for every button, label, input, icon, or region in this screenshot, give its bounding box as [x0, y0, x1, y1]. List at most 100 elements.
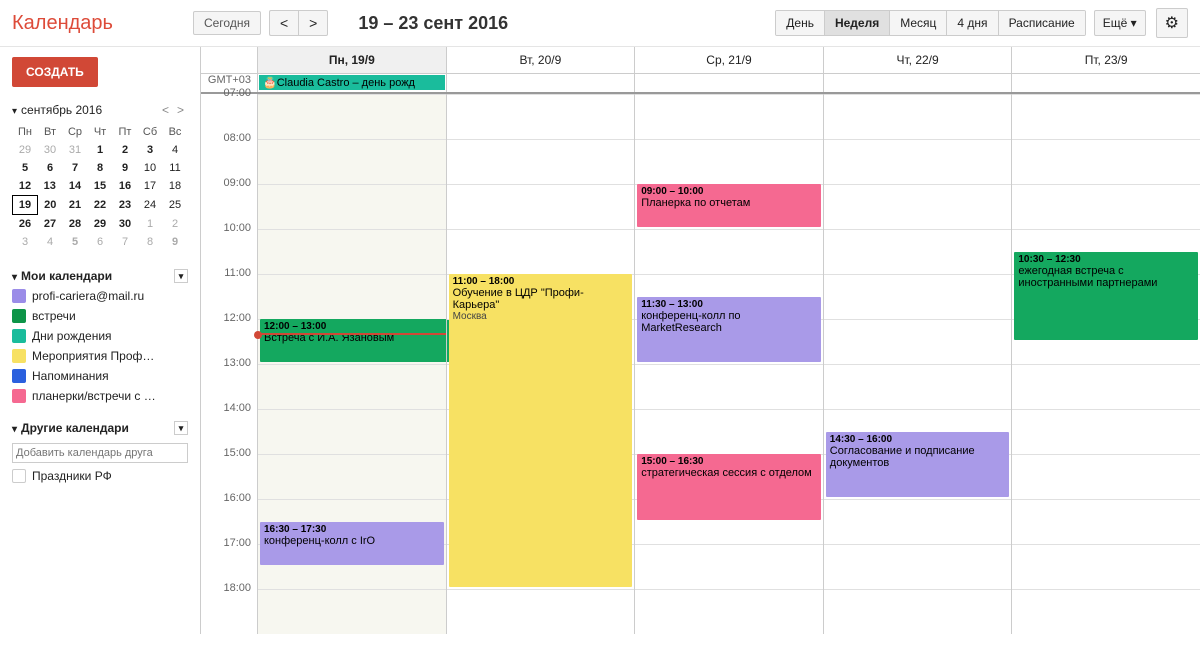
mini-cal-day[interactable]: 6 [38, 159, 63, 177]
day-header[interactable]: Ср, 21/9 [634, 47, 823, 73]
day-header[interactable]: Чт, 22/9 [823, 47, 1012, 73]
mini-cal-day[interactable]: 15 [88, 177, 113, 196]
calendar-label: планерки/встречи с … [32, 389, 156, 403]
mini-cal-day[interactable]: 5 [63, 233, 88, 251]
mini-cal-day[interactable]: 22 [88, 196, 113, 215]
mini-cal-day[interactable]: 5 [13, 159, 38, 177]
calendar-event[interactable]: 15:00 – 16:30стратегическая сессия с отд… [637, 454, 821, 520]
mini-cal-day[interactable]: 6 [88, 233, 113, 251]
mini-cal-day[interactable]: 18 [163, 177, 188, 196]
calendar-item[interactable]: profi-cariera@mail.ru [12, 289, 188, 303]
day-column[interactable]: 09:00 – 10:00Планерка по отчетам 11:30 – … [634, 94, 823, 634]
mini-cal-day[interactable]: 4 [163, 141, 188, 159]
day-column[interactable]: 12:00 – 13:00Встреча с И.А. Язановым16:3… [257, 94, 446, 634]
allday-cell[interactable] [823, 74, 1012, 92]
calendar-event[interactable]: 11:00 – 18:00Обучение в ЦДР "Профи-Карье… [449, 274, 633, 587]
day-column[interactable]: 14:30 – 16:00Согласование и подписание д… [823, 94, 1012, 634]
more-button[interactable]: Ещё ▾ [1094, 10, 1146, 36]
mini-cal-day[interactable]: 9 [113, 159, 138, 177]
calendar-event[interactable]: 10:30 – 12:30ежегодная встреча с иностра… [1014, 252, 1198, 340]
mini-cal-day[interactable]: 1 [138, 215, 163, 234]
mini-cal-next-button[interactable]: > [173, 103, 188, 117]
allday-cell[interactable] [446, 74, 635, 92]
view-tab-1[interactable]: Неделя [825, 11, 890, 35]
calendar-event[interactable]: 16:30 – 17:30конференц-колл с IrO [260, 522, 444, 565]
allday-cell[interactable] [634, 74, 823, 92]
mini-cal-day[interactable]: 7 [113, 233, 138, 251]
prev-period-button[interactable]: < [269, 10, 298, 36]
day-header[interactable]: Вт, 20/9 [446, 47, 635, 73]
calendar-color-swatch [12, 469, 26, 483]
mini-cal-day[interactable]: 29 [13, 141, 38, 159]
mini-cal-day[interactable]: 21 [63, 196, 88, 215]
mini-cal-day[interactable]: 23 [113, 196, 138, 215]
event-title: Обучение в ЦДР "Профи-Карьера" [453, 287, 629, 311]
allday-event[interactable]: 🎂Claudia Castro – день рожд [259, 75, 445, 90]
mini-cal-day[interactable]: 8 [138, 233, 163, 251]
my-cals-menu-button[interactable]: ▾ [174, 269, 188, 283]
my-cals-collapse-icon[interactable] [12, 269, 17, 283]
mini-cal-day[interactable]: 16 [113, 177, 138, 196]
mini-cal-day[interactable]: 25 [163, 196, 188, 215]
mini-cal-day[interactable]: 28 [63, 215, 88, 234]
mini-cal-day[interactable]: 29 [88, 215, 113, 234]
other-cals-menu-button[interactable]: ▾ [174, 421, 188, 435]
mini-cal-day[interactable]: 13 [38, 177, 63, 196]
view-tab-2[interactable]: Месяц [890, 11, 947, 35]
allday-cell[interactable] [1011, 74, 1200, 92]
mini-cal-day[interactable]: 2 [113, 141, 138, 159]
calendar-event[interactable]: 09:00 – 10:00Планерка по отчетам [637, 184, 821, 227]
mini-cal-day[interactable]: 26 [13, 215, 38, 234]
event-time: 15:00 – 16:30 [641, 456, 817, 467]
mini-cal-prev-button[interactable]: < [158, 103, 173, 117]
mini-cal-day[interactable]: 20 [38, 196, 63, 215]
date-range-label: 19 – 23 сент 2016 [358, 13, 775, 34]
mini-cal-day[interactable]: 30 [38, 141, 63, 159]
mini-cal-day[interactable]: 7 [63, 159, 88, 177]
next-period-button[interactable]: > [298, 10, 328, 36]
mini-cal-day[interactable]: 19 [13, 196, 38, 215]
calendar-item[interactable]: встречи [12, 309, 188, 323]
view-tab-3[interactable]: 4 дня [947, 11, 998, 35]
mini-cal-day[interactable]: 8 [88, 159, 113, 177]
hour-label: 14:00 [201, 402, 257, 447]
mini-cal-day[interactable]: 1 [88, 141, 113, 159]
calendar-item[interactable]: Праздники РФ [12, 469, 188, 483]
day-header[interactable]: Пт, 23/9 [1011, 47, 1200, 73]
mini-cal-day[interactable]: 10 [138, 159, 163, 177]
app-logo[interactable]: Календарь [12, 12, 113, 35]
calendar-item[interactable]: Дни рождения [12, 329, 188, 343]
mini-cal-day[interactable]: 12 [13, 177, 38, 196]
create-button[interactable]: СОЗДАТЬ [12, 57, 98, 87]
settings-gear-icon[interactable]: ⚙ [1156, 8, 1188, 38]
calendar-event[interactable]: 11:30 – 13:00конференц-колл по MarketRes… [637, 297, 821, 363]
mini-cal-day[interactable]: 14 [63, 177, 88, 196]
mini-cal-day[interactable]: 27 [38, 215, 63, 234]
add-friend-calendar-input[interactable] [12, 443, 188, 463]
other-cals-collapse-icon[interactable] [12, 421, 17, 435]
day-column[interactable]: 11:00 – 18:00Обучение в ЦДР "Профи-Карье… [446, 94, 635, 634]
calendar-item[interactable]: планерки/встречи с … [12, 389, 188, 403]
mini-cal-day[interactable]: 4 [38, 233, 63, 251]
mini-cal-day[interactable]: 3 [13, 233, 38, 251]
today-button[interactable]: Сегодня [193, 11, 261, 35]
view-tab-4[interactable]: Расписание [999, 11, 1085, 35]
mini-cal-day[interactable]: 3 [138, 141, 163, 159]
view-tab-0[interactable]: День [776, 11, 825, 35]
calendar-item[interactable]: Напоминания [12, 369, 188, 383]
mini-cal-day[interactable]: 31 [63, 141, 88, 159]
mini-cal-day[interactable]: 17 [138, 177, 163, 196]
my-cals-title: Мои календари [21, 269, 174, 283]
mini-cal-day[interactable]: 30 [113, 215, 138, 234]
mini-cal-day[interactable]: 24 [138, 196, 163, 215]
day-column[interactable]: 10:30 – 12:30ежегодная встреча с иностра… [1011, 94, 1200, 634]
allday-cell[interactable]: 🎂Claudia Castro – день рожд [257, 74, 446, 92]
mini-cal-day[interactable]: 11 [163, 159, 188, 177]
day-header[interactable]: Пн, 19/9 [257, 47, 446, 73]
hour-label: 18:00 [201, 582, 257, 627]
mini-cal-day[interactable]: 2 [163, 215, 188, 234]
mini-cal-collapse-icon[interactable] [12, 103, 17, 117]
calendar-item[interactable]: Мероприятия Проф… [12, 349, 188, 363]
calendar-event[interactable]: 14:30 – 16:00Согласование и подписание д… [826, 432, 1010, 498]
mini-cal-day[interactable]: 9 [163, 233, 188, 251]
